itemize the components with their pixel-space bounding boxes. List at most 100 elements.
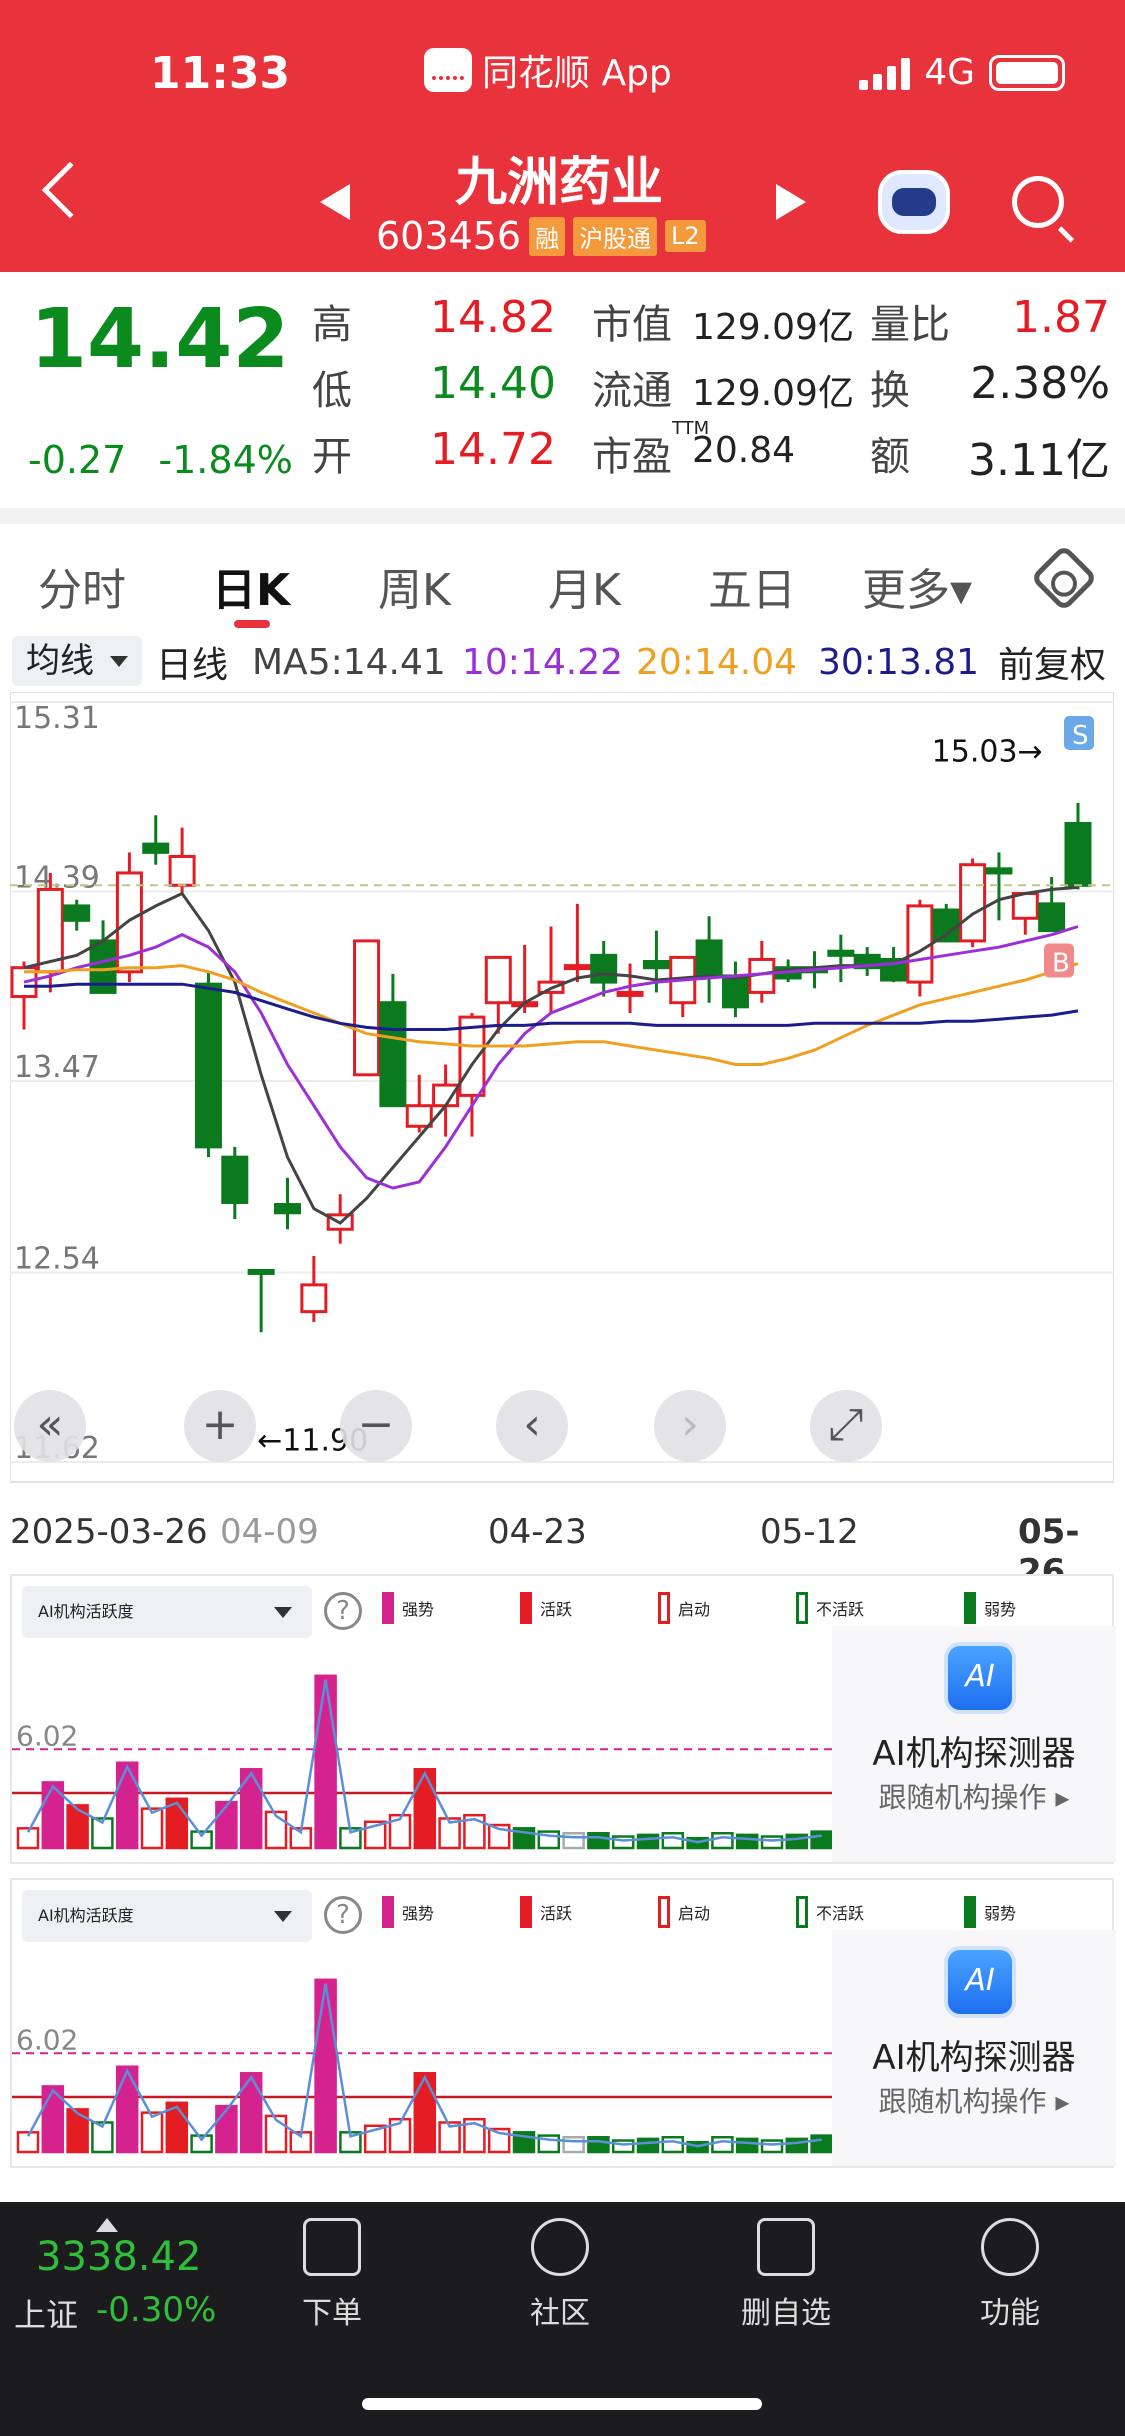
price-change: -0.27 -1.84% [28,438,313,482]
quote-label: 额 [870,434,910,480]
date-label-4: 05-12 [760,1512,859,1552]
max-price-label: 15.03→ [932,735,1043,770]
quote-label: 开 [312,434,352,480]
ai-detector-card[interactable]: AI AI机构探测器 跟随机构操作 ▸ [832,1626,1116,1862]
kline-chart[interactable]: 15.3114.3913.4712.5411.6215.03→←11.90SB [9,691,1115,1492]
section-divider [0,508,1125,524]
chart-frame [9,691,1115,1483]
activity-bar [140,1807,164,1850]
tab-intraday[interactable]: 分时 [38,554,126,618]
search-icon[interactable] [1012,176,1064,228]
activity-bar [115,1761,139,1850]
nav-remove-watchlist[interactable]: 删自选 [726,2218,846,2332]
tag-l2: L2 [665,220,706,252]
activity-bar [711,1831,734,1850]
adjust-label[interactable]: 前复权 [998,636,1106,688]
scroll-left-button[interactable]: « [14,1390,86,1462]
activity-bar [810,2134,832,2154]
candle-body [432,1083,460,1108]
candle-body [616,990,644,997]
minus-box-icon [757,2218,815,2276]
ma5-label: MA5:14.41 [252,641,446,683]
prev-button[interactable]: ‹ [496,1390,568,1462]
ma10-label: 10:14.22 [462,641,623,683]
zoom-out-button[interactable]: − [340,1390,412,1462]
activity-bar [661,2135,685,2154]
candle-body [721,974,749,1009]
help-icon[interactable]: ? [324,1592,362,1630]
y-tick-label: 12.54 [14,1242,100,1277]
index-value[interactable]: 3338.42 [36,2234,201,2280]
next-stock-icon[interactable] [776,184,806,220]
quote-label: 量比 [870,302,950,348]
tag-connect: 沪股通 [573,216,658,256]
activity-bar [810,1830,832,1850]
quote-panel: 14.42 -0.27 -1.84% 高 14.82 市值 129.09亿 量比 1.87… [0,272,1125,512]
robot-assistant-icon[interactable] [878,170,950,234]
activity-bar [760,2139,784,2154]
nav-order[interactable]: 下单 [272,2218,392,2332]
period-label: 日线 [156,645,229,686]
legend-inactive: 不活跃 [796,1592,864,1624]
activity-bar [587,2135,610,2154]
ma-selector[interactable]: 均线 [12,636,142,686]
date-label-3: 04-23 [488,1512,587,1552]
nav-community[interactable]: 社区 [500,2218,620,2332]
quote-value: 129.09亿 [692,307,854,348]
date-label-2: 04-09 [220,1512,319,1552]
quote-label: 市盈 [592,434,672,480]
ai-bar-chart: 6.02 [12,1674,832,1850]
back-icon[interactable] [41,161,99,219]
activity-bar [413,1768,437,1850]
candle-body [194,982,222,1149]
quote-value: 20.84 [692,430,796,471]
stock-code: 603456 [376,214,522,258]
quote-label: 流通 [592,368,672,414]
stock-name: 九洲药业 [455,153,664,213]
ai-detector-card[interactable]: AI AI机构探测器 跟随机构操作 ▸ [832,1930,1116,2166]
activity-bar [636,2137,660,2154]
ai-card-subtitle[interactable]: 跟随机构操作 ▸ [832,1776,1116,1816]
candle-body [221,1155,249,1204]
activity-bar [661,1831,685,1850]
candle-body [827,949,855,957]
next-button[interactable]: › [654,1390,726,1462]
tab-daily-k[interactable]: 日K [212,554,290,618]
ai-card-title: AI机构探测器 [872,1734,1076,1774]
prev-stock-icon[interactable] [320,184,350,220]
ma20-label: 20:14.04 [636,641,797,683]
candle-body [353,939,381,1077]
signal-icon [859,56,911,90]
ai-card-subtitle[interactable]: 跟随机构操作 ▸ [832,2080,1116,2120]
activity-bar [140,2111,164,2154]
ai-card-title: AI机构探测器 [872,2038,1076,2078]
ai-activity-panel-2: AI机构活跃度 ? 强势 活跃 启动 不活跃 弱势 6.02 AI AI机构探测… [10,1878,1116,2168]
quote-value: 3.11亿 [968,435,1110,486]
help-icon[interactable]: ? [324,1896,362,1934]
zoom-in-button[interactable]: + [184,1390,256,1462]
legend-weak: 弱势 [964,1592,1016,1624]
candle-body [906,904,934,984]
candle-body [1064,822,1092,887]
legend-strong: 强势 [382,1896,434,1928]
home-indicator [362,2398,762,2410]
tab-five-day[interactable]: 五日 [708,554,796,618]
nav-functions[interactable]: 功能 [950,2218,1070,2332]
y-tick-label: 13.47 [14,1050,100,1085]
fullscreen-button[interactable]: ⤢ [810,1390,882,1462]
legend-active: 活跃 [520,1896,572,1928]
status-right: 4G [859,52,1065,93]
expand-index-icon[interactable] [96,2218,118,2232]
kline-svg[interactable]: 15.3114.3913.4712.5411.6215.03→←11.90SB [9,691,1115,1492]
tab-monthly-k[interactable]: 月K [548,554,621,618]
activity-bar [215,2104,238,2154]
ai-indicator-selector[interactable]: AI机构活跃度 [22,1890,312,1942]
quote-label: 换 [870,368,910,414]
activity-bar [115,2065,139,2154]
tab-weekly-k[interactable]: 周K [378,554,451,618]
quote-value: 14.72 [430,424,556,475]
community-star-icon [531,2218,589,2276]
tab-more[interactable]: 更多▾ [862,554,972,618]
ai-indicator-selector[interactable]: AI机构活跃度 [22,1586,312,1638]
candle-body [405,1104,433,1128]
